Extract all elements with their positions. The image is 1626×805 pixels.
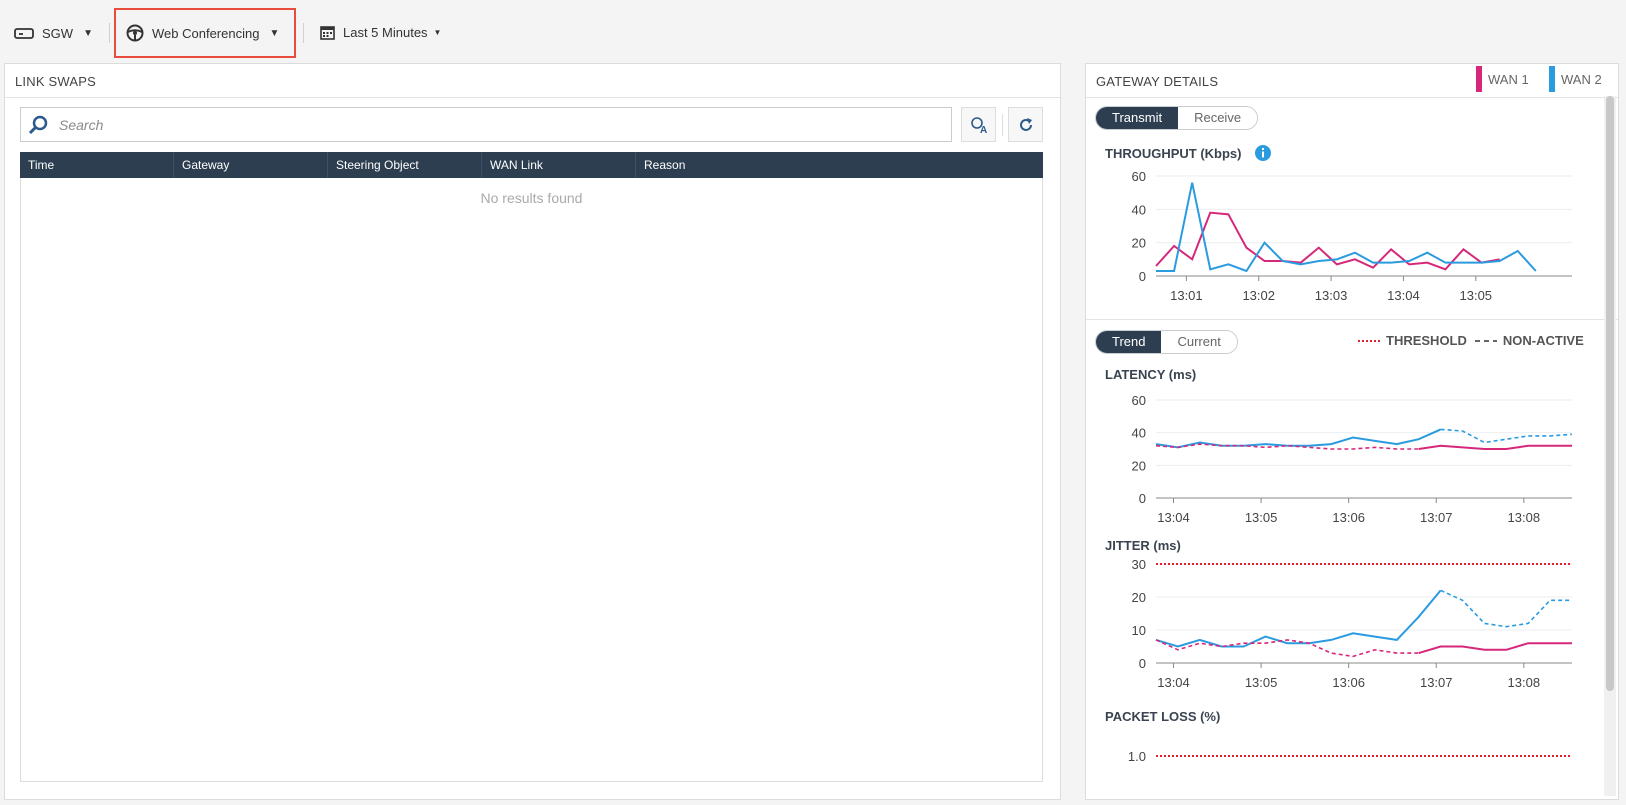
gateway-selector[interactable]: SGW ▼ — [14, 23, 93, 43]
y-tick-label: 20 — [1132, 236, 1146, 251]
time-range-selector[interactable]: Last 5 Minutes ▼ — [320, 22, 441, 42]
throughput-title: THROUGHPUT (Kbps) — [1105, 146, 1242, 161]
y-tick-label: 10 — [1132, 623, 1146, 638]
series-line-wan1-active — [1418, 444, 1572, 450]
divider — [1086, 97, 1618, 98]
table-body: No results found — [20, 178, 1043, 782]
column-header-time[interactable]: Time — [20, 152, 174, 178]
x-tick-label: 13:04 — [1387, 288, 1420, 303]
column-header-wan-link[interactable]: WAN Link — [482, 152, 636, 178]
empty-message: No results found — [480, 190, 583, 206]
y-tick-label: 60 — [1132, 393, 1146, 408]
x-tick-label: 13:04 — [1157, 675, 1190, 690]
legend-swatch — [1476, 66, 1482, 92]
tab-receive[interactable]: Receive — [1178, 107, 1258, 129]
series-line-wan2-inactive — [1440, 428, 1573, 444]
divider — [303, 23, 304, 43]
search-field[interactable] — [20, 107, 952, 142]
x-tick-label: 13:05 — [1245, 510, 1278, 525]
tab-transmit[interactable]: Transmit — [1096, 107, 1179, 129]
y-tick-label: 1.0 — [1128, 749, 1146, 764]
search-input[interactable] — [59, 115, 939, 135]
column-header-gateway[interactable]: Gateway — [174, 152, 328, 178]
search-icon — [28, 115, 48, 135]
divider — [109, 23, 110, 43]
top-toolbar: SGW ▼ Web Conferencing ▼ Last 5 Minutes … — [0, 0, 1626, 62]
legend-label: WAN 1 — [1488, 71, 1529, 87]
x-tick-label: 13:07 — [1420, 675, 1453, 690]
translate-button[interactable]: A — [961, 107, 996, 142]
legend-label: WAN 2 — [1561, 71, 1602, 87]
y-tick-label: 30 — [1132, 557, 1146, 572]
app-label: Web Conferencing — [152, 25, 260, 41]
table-header: Time Gateway Steering Object WAN Link Re… — [20, 152, 1043, 178]
x-tick-label: 13:05 — [1245, 675, 1278, 690]
panel-title: GATEWAY DETAILS — [1096, 74, 1219, 89]
x-tick-label: 13:04 — [1157, 510, 1190, 525]
calendar-icon — [320, 25, 335, 40]
x-tick-label: 13:06 — [1332, 675, 1365, 690]
refresh-button[interactable] — [1008, 107, 1043, 142]
series-line-wan2 — [1156, 182, 1537, 273]
legend-swatch — [1549, 66, 1555, 92]
gateway-label: SGW — [42, 25, 74, 41]
x-tick-label: 13:05 — [1460, 288, 1493, 303]
y-tick-label: 0 — [1139, 491, 1146, 506]
divider — [1002, 114, 1003, 136]
x-tick-label: 13:08 — [1508, 510, 1541, 525]
x-tick-label: 13:03 — [1315, 288, 1348, 303]
steering-wheel-icon — [126, 24, 144, 42]
direction-toggle: Transmit Receive — [1095, 106, 1259, 130]
series-line-wan2-inactive — [1440, 589, 1572, 628]
app-selector[interactable]: Web Conferencing ▼ — [126, 23, 279, 43]
panel-title: LINK SWAPS — [15, 74, 96, 89]
y-tick-label: 20 — [1132, 590, 1146, 605]
y-tick-label: 0 — [1139, 269, 1146, 284]
divider — [5, 97, 1060, 98]
y-tick-label: 20 — [1132, 458, 1146, 473]
x-tick-label: 13:08 — [1508, 675, 1541, 690]
y-tick-label: 40 — [1132, 202, 1146, 217]
y-tick-label: 0 — [1139, 656, 1146, 671]
legend-wan1: WAN 1 — [1476, 66, 1529, 92]
series-line-wan2-active — [1155, 589, 1442, 648]
column-header-steering-object[interactable]: Steering Object — [328, 152, 482, 178]
x-tick-label: 13:01 — [1170, 288, 1203, 303]
column-header-reason[interactable]: Reason — [636, 152, 1043, 178]
x-tick-label: 13:07 — [1420, 510, 1453, 525]
refresh-icon — [1019, 117, 1032, 131]
translate-icon: A — [970, 116, 987, 135]
svg-text:A: A — [980, 125, 987, 135]
chevron-down-icon: ▼ — [83, 27, 93, 39]
gateway-device-icon — [14, 28, 34, 39]
y-tick-label: 40 — [1132, 426, 1146, 441]
time-range-label: Last 5 Minutes — [343, 24, 428, 40]
scrollbar-thumb[interactable] — [1606, 96, 1614, 691]
x-tick-label: 13:06 — [1332, 510, 1365, 525]
x-tick-label: 13:02 — [1242, 288, 1275, 303]
chevron-down-icon: ▼ — [269, 27, 280, 39]
series-line-wan1-active — [1418, 642, 1572, 655]
legend-wan2: WAN 2 — [1549, 66, 1602, 92]
charts-canvas: 0 20 40 60 13:01 13:02 13:03 13:04 13:05 0 20 40 60 1… — [1128, 169, 1573, 764]
chevron-down-icon: ▼ — [433, 27, 442, 37]
y-tick-label: 60 — [1132, 169, 1146, 184]
